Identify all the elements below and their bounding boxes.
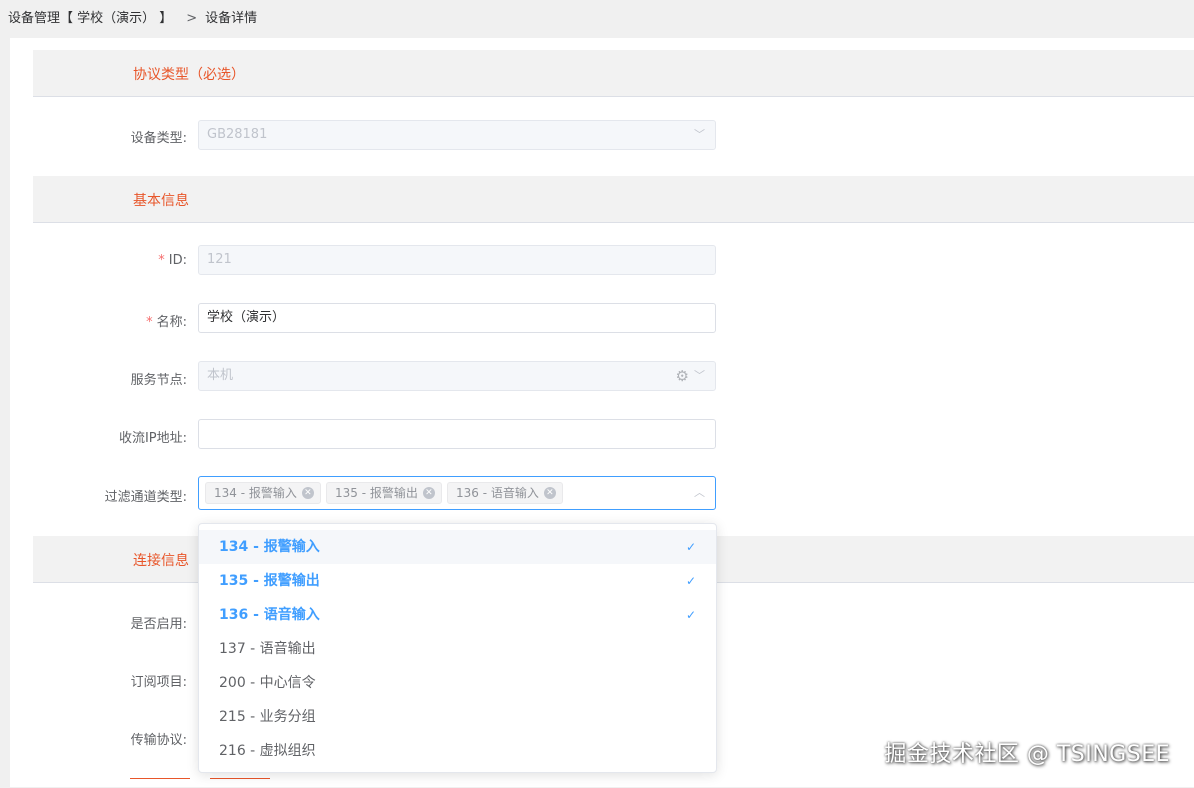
- id-label-text: ID:: [168, 253, 187, 268]
- name-label: * 名称:: [10, 311, 187, 330]
- dropdown-option[interactable]: 136 - 语音输入 ✓: [199, 598, 716, 632]
- gear-icon: ⚙: [675, 367, 689, 385]
- breadcrumb-root[interactable]: 设备管理【 学校（演示） 】: [8, 11, 172, 26]
- device-type-select: GB28181 ﹀: [198, 120, 716, 150]
- dropdown-option[interactable]: 137 - 语音输出: [199, 632, 716, 666]
- name-label-text: 名称:: [156, 315, 187, 330]
- filter-tag: 135 - 报警输出 ✕: [326, 482, 442, 504]
- check-icon: ✓: [685, 608, 696, 622]
- filter-tag: 134 - 报警输入 ✕: [205, 482, 321, 504]
- service-node-value: 本机: [207, 368, 234, 383]
- dropdown-option[interactable]: 135 - 报警输出 ✓: [199, 564, 716, 598]
- section-title-basic: 基本信息: [133, 193, 189, 209]
- device-type-label: 设备类型:: [130, 131, 187, 146]
- chevron-up-icon[interactable]: ︿: [694, 477, 705, 509]
- chevron-down-icon: ﹀: [694, 128, 705, 141]
- id-input: 121: [198, 245, 716, 275]
- stream-ip-label: 收流IP地址:: [118, 431, 187, 446]
- section-basic: 基本信息: [33, 176, 1194, 223]
- filter-channel-dropdown: 134 - 报警输入 ✓ 135 - 报警输出 ✓ 136 - 语音输入 ✓ 137 …: [198, 523, 717, 773]
- breadcrumb-current: 设备详情: [205, 11, 258, 26]
- option-label: 215 - 业务分组: [219, 709, 316, 725]
- tag-close-icon[interactable]: ✕: [422, 486, 435, 499]
- breadcrumb-separator: >: [186, 11, 198, 26]
- service-node-select: 本机 ⚙ ﹀: [198, 361, 716, 391]
- option-label: 135 - 报警输出: [219, 573, 320, 589]
- required-mark: *: [146, 315, 153, 330]
- breadcrumb: 设备管理【 学校（演示） 】 > 设备详情: [8, 7, 257, 26]
- filter-tag-label: 135 - 报警输出: [335, 486, 418, 500]
- option-label: 200 - 中心信令: [219, 675, 316, 691]
- option-label: 137 - 语音输出: [219, 641, 316, 657]
- section-title-connection: 连接信息: [133, 553, 189, 569]
- name-input[interactable]: 学校（演示）: [198, 303, 716, 333]
- filter-tag-label: 136 - 语音输入: [456, 486, 539, 500]
- chevron-down-icon: ﹀: [694, 369, 705, 382]
- filter-channel-label: 过滤通道类型:: [104, 490, 187, 505]
- section-title-protocol: 协议类型（必选）: [133, 67, 245, 83]
- dropdown-option[interactable]: 215 - 业务分组: [199, 700, 716, 734]
- tag-close-icon[interactable]: ✕: [301, 486, 314, 499]
- tag-close-icon[interactable]: ✕: [543, 486, 556, 499]
- filter-tag: 136 - 语音输入 ✕: [447, 482, 563, 504]
- filter-channel-select[interactable]: 134 - 报警输入 ✕ 135 - 报警输出 ✕ 136 - 语音输入 ✕ ︿: [198, 476, 716, 510]
- check-icon: ✓: [685, 540, 696, 554]
- name-value: 学校（演示）: [207, 310, 286, 325]
- stream-ip-input[interactable]: [198, 419, 716, 449]
- dropdown-option[interactable]: 200 - 中心信令: [199, 666, 716, 700]
- section-protocol: 协议类型（必选）: [33, 50, 1194, 97]
- required-mark: *: [158, 253, 165, 268]
- dropdown-option[interactable]: 134 - 报警输入 ✓: [199, 530, 716, 564]
- service-node-label: 服务节点:: [130, 373, 187, 388]
- check-icon: ✓: [685, 574, 696, 588]
- subscription-label: 订阅项目:: [130, 675, 187, 690]
- transport-label: 传输协议:: [130, 733, 187, 748]
- enabled-label: 是否启用:: [130, 617, 187, 632]
- dropdown-option[interactable]: 216 - 虚拟组织: [199, 734, 716, 768]
- id-value: 121: [207, 252, 232, 267]
- device-type-value: GB28181: [207, 127, 268, 142]
- filter-tag-label: 134 - 报警输入: [214, 486, 297, 500]
- option-label: 134 - 报警输入: [219, 539, 320, 555]
- watermark: 掘金技术社区 @ TSINGSEE: [884, 742, 1170, 767]
- id-label: * ID:: [10, 253, 187, 268]
- option-label: 216 - 虚拟组织: [219, 743, 316, 759]
- option-label: 136 - 语音输入: [219, 607, 320, 623]
